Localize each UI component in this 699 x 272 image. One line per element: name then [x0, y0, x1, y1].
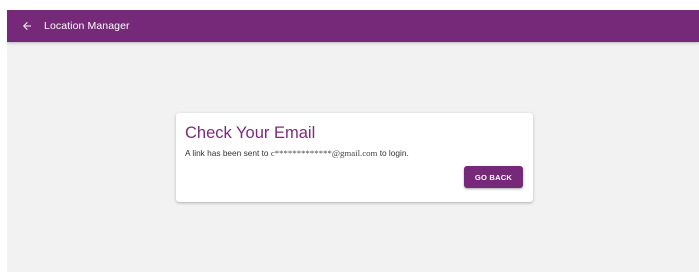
- masked-email: c*************@gmail.com: [270, 148, 378, 158]
- app-window: Location Manager Check Your Email A link…: [7, 10, 699, 272]
- card-title: Check Your Email: [185, 124, 316, 142]
- message-suffix: to login.: [379, 148, 409, 158]
- go-back-button[interactable]: GO BACK: [464, 166, 523, 188]
- message-prefix: A link has been sent to: [185, 148, 269, 158]
- app-title: Location Manager: [44, 20, 130, 32]
- page: Location Manager Check Your Email A link…: [0, 0, 699, 272]
- back-button[interactable]: [20, 19, 34, 33]
- arrow-left-icon: [23, 22, 31, 30]
- confirmation-message: A link has been sent to c*************@g…: [185, 148, 409, 159]
- email-confirmation-card: Check Your Email A link has been sent to…: [176, 113, 533, 202]
- app-bar: Location Manager: [7, 10, 699, 42]
